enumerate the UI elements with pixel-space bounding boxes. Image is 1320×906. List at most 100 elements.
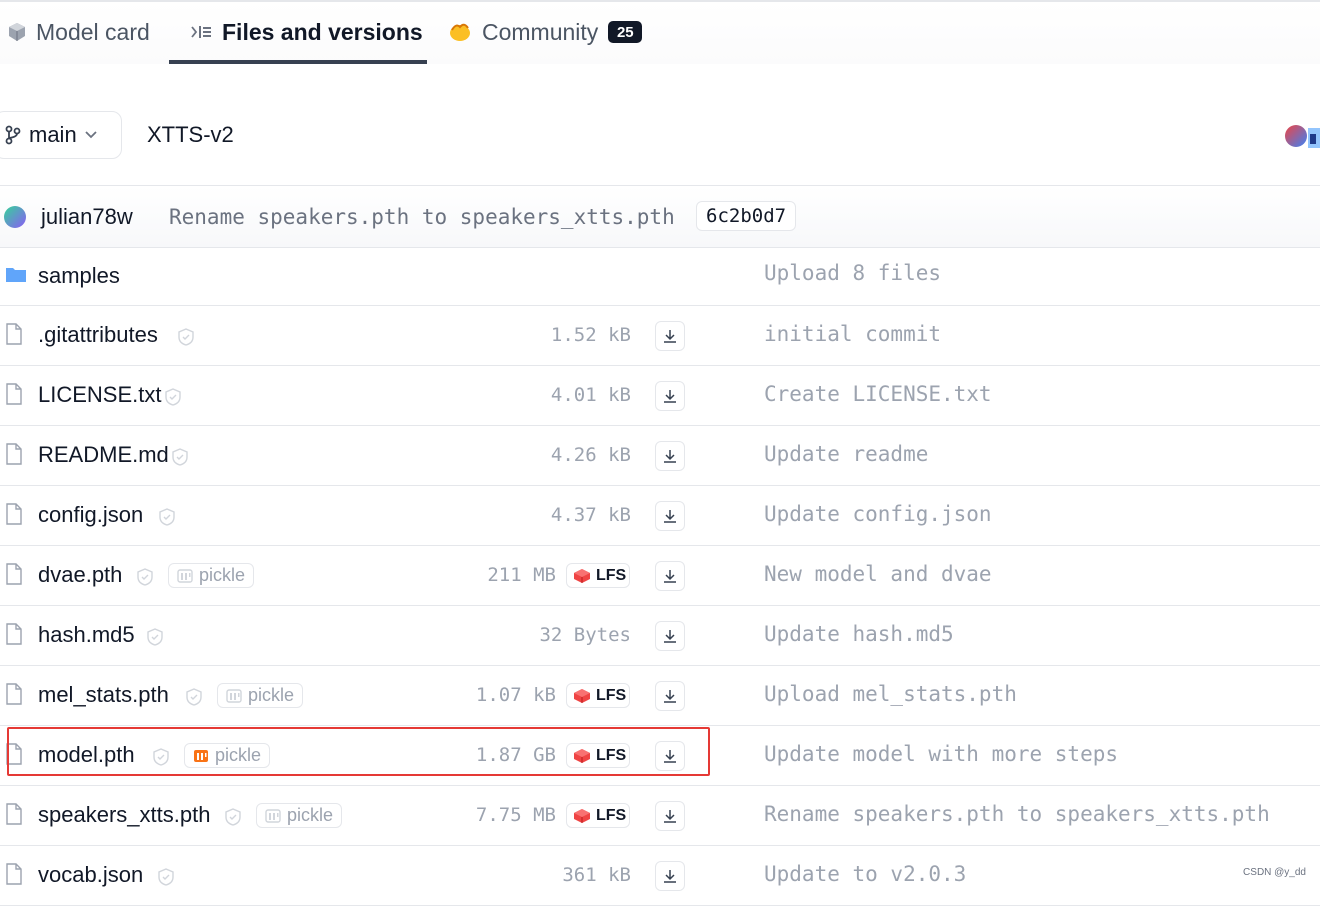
- file-row-license[interactable]: LICENSE.txt 4.01 kB Create LICENSE.txt: [0, 366, 1320, 426]
- file-name[interactable]: model.pth: [38, 742, 135, 768]
- pickle-icon: [177, 568, 193, 583]
- download-icon: [664, 390, 676, 403]
- tab-files-and-versions[interactable]: Files and versions: [190, 2, 423, 62]
- download-button[interactable]: [655, 621, 685, 651]
- shield-check-icon: [158, 868, 174, 886]
- file-name[interactable]: LICENSE.txt: [38, 382, 161, 408]
- pickle-badge-warning[interactable]: pickle: [184, 743, 271, 768]
- file-commit-message[interactable]: Rename speakers.pth to speakers_xtts.pth: [764, 802, 1270, 826]
- file-row-vocab[interactable]: vocab.json 361 kB Update to v2.0.3: [0, 846, 1320, 906]
- file-icon: [6, 323, 22, 345]
- file-row-config[interactable]: config.json 4.37 kB Update config.json: [0, 486, 1320, 546]
- file-icon: [6, 563, 22, 585]
- file-name[interactable]: mel_stats.pth: [38, 682, 169, 708]
- file-name[interactable]: .gitattributes: [38, 322, 158, 348]
- file-size: 1.07 kB: [475, 684, 556, 706]
- lfs-badge: LFS: [566, 803, 630, 828]
- shield-check-icon: [137, 568, 153, 586]
- lfs-label: LFS: [596, 806, 627, 824]
- file-commit-message[interactable]: New model and dvae: [764, 562, 992, 586]
- tab-label: Community: [482, 18, 599, 45]
- repo-name: XTTS-v2: [147, 122, 234, 147]
- shield-check-icon: [165, 388, 181, 406]
- commit-message[interactable]: Rename speakers.pth to speakers_xtts.pth: [169, 205, 675, 229]
- active-tab-indicator: [169, 60, 427, 64]
- lfs-icon: [574, 688, 590, 703]
- pickle-badge[interactable]: pickle: [168, 563, 255, 588]
- download-icon: [664, 810, 676, 823]
- pickle-label: pickle: [248, 685, 295, 705]
- file-name[interactable]: samples: [38, 263, 120, 289]
- contributors-avatars[interactable]: [1284, 124, 1320, 148]
- file-size: 7.75 MB: [475, 804, 556, 826]
- commit-author[interactable]: julian78w: [41, 204, 133, 230]
- download-icon: [664, 870, 676, 883]
- pickle-badge[interactable]: pickle: [217, 683, 304, 708]
- file-commit-message[interactable]: Upload mel_stats.pth: [764, 682, 1017, 706]
- download-button[interactable]: [655, 801, 685, 831]
- file-commit-message[interactable]: Create LICENSE.txt: [764, 382, 992, 406]
- file-commit-message[interactable]: Update model with more steps: [764, 742, 1118, 766]
- file-name[interactable]: config.json: [38, 502, 143, 528]
- file-commit-message[interactable]: initial commit: [764, 322, 941, 346]
- download-icon: [664, 630, 676, 643]
- file-commit-message[interactable]: Update to v2.0.3: [764, 862, 966, 886]
- tab-community[interactable]: Community 25: [448, 2, 643, 62]
- git-branch-icon: [5, 125, 21, 145]
- download-button[interactable]: [655, 501, 685, 531]
- file-icon: [6, 803, 22, 825]
- download-button[interactable]: [655, 441, 685, 471]
- file-row-hash[interactable]: hash.md5 32 Bytes Update hash.md5: [0, 606, 1320, 666]
- file-commit-message[interactable]: Update hash.md5: [764, 622, 954, 646]
- download-button[interactable]: [655, 861, 685, 891]
- file-size: 211 MB: [487, 564, 556, 586]
- file-commit-message[interactable]: Update readme: [764, 442, 928, 466]
- cube-icon: [9, 23, 25, 41]
- pickle-badge[interactable]: pickle: [256, 803, 343, 828]
- download-button[interactable]: [655, 321, 685, 351]
- file-row-model[interactable]: model.pth pickle 1.87 GB LFS Update mode…: [0, 726, 1320, 786]
- commit-hash[interactable]: 6c2b0d7: [696, 201, 797, 231]
- file-row-dvae[interactable]: dvae.pth pickle 211 MB LFS New model and…: [0, 546, 1320, 606]
- lfs-icon: [574, 808, 590, 823]
- download-icon: [664, 750, 676, 763]
- watermark: CSDN @y_dd: [1243, 867, 1306, 878]
- lfs-icon: [574, 748, 590, 763]
- pickle-label: pickle: [287, 805, 334, 825]
- lfs-label: LFS: [596, 686, 627, 704]
- tab-model-card[interactable]: Model card: [8, 2, 150, 62]
- file-commit-message[interactable]: Update config.json: [764, 502, 992, 526]
- download-button[interactable]: [655, 381, 685, 411]
- pickle-label: pickle: [199, 565, 246, 585]
- pickle-label: pickle: [215, 745, 262, 765]
- file-size: 361 kB: [562, 864, 631, 886]
- download-button[interactable]: [655, 741, 685, 771]
- file-list: samples Upload 8 files .gitattributes 1.…: [0, 246, 1320, 906]
- file-row-mel-stats[interactable]: mel_stats.pth pickle 1.07 kB LFS Upload …: [0, 666, 1320, 726]
- branch-selector[interactable]: main: [0, 111, 122, 159]
- download-button[interactable]: [655, 561, 685, 591]
- shield-check-icon: [172, 448, 188, 466]
- file-row-readme[interactable]: README.md 4.26 kB Update readme: [0, 426, 1320, 486]
- file-row-gitattributes[interactable]: .gitattributes 1.52 kB initial commit: [0, 306, 1320, 366]
- file-size: 4.37 kB: [550, 504, 631, 526]
- download-icon: [664, 570, 676, 583]
- file-row-speakers-xtts[interactable]: speakers_xtts.pth pickle 7.75 MB LFS Ren…: [0, 786, 1320, 846]
- file-size: 4.01 kB: [550, 384, 631, 406]
- lfs-badge: LFS: [566, 743, 630, 768]
- file-icon: [6, 503, 22, 525]
- file-name[interactable]: README.md: [38, 442, 169, 468]
- file-row-samples[interactable]: samples Upload 8 files: [0, 246, 1320, 306]
- file-icon: [6, 623, 22, 645]
- chevron-down-icon: [85, 131, 97, 139]
- file-name[interactable]: speakers_xtts.pth: [38, 802, 210, 828]
- lfs-badge: LFS: [566, 683, 630, 708]
- tab-label: Files and versions: [222, 18, 423, 45]
- file-name[interactable]: hash.md5: [38, 622, 135, 648]
- file-commit-message[interactable]: Upload 8 files: [764, 261, 941, 285]
- file-name[interactable]: vocab.json: [38, 862, 143, 888]
- download-icon: [664, 510, 676, 523]
- shield-check-icon: [159, 508, 175, 526]
- download-button[interactable]: [655, 681, 685, 711]
- file-name[interactable]: dvae.pth: [38, 562, 122, 588]
